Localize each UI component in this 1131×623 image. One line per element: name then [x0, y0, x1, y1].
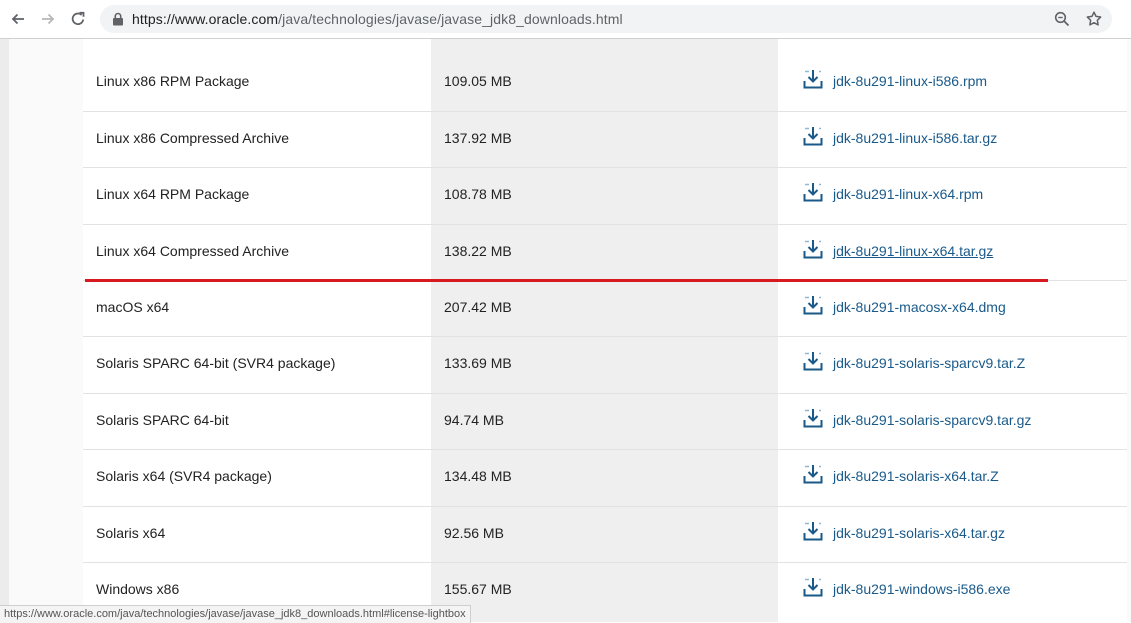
download-icon[interactable]: [802, 181, 824, 203]
page-content: Linux x86 RPM Package 109.05 MB jdk-8u291-…: [0, 39, 1131, 622]
file-size: 155.67 MB: [444, 581, 512, 597]
table-row: macOS x64 207.42 MB jdk-8u291-macosx-x64.d…: [83, 280, 1127, 337]
product-description: Linux x64 RPM Package: [96, 186, 250, 202]
product-description: Solaris SPARC 64-bit: [96, 412, 229, 428]
product-description: macOS x64: [96, 299, 170, 315]
url-host: https://www.oracle.com: [132, 11, 279, 27]
product-description: Linux x64 Compressed Archive: [96, 243, 289, 259]
table-row: Solaris x64 92.56 MB jdk-8u291-solaris-x64…: [83, 506, 1127, 563]
product-description: Windows x86: [96, 581, 180, 597]
file-size: 94.74 MB: [444, 412, 504, 428]
download-icon[interactable]: [802, 350, 824, 372]
table-row: Solaris SPARC 64-bit 94.74 MB jdk-8u291-so…: [83, 393, 1127, 450]
download-icon[interactable]: [802, 407, 824, 429]
file-size: 137.92 MB: [444, 130, 512, 146]
file-size: 134.48 MB: [444, 468, 512, 484]
download-link[interactable]: jdk-8u291-solaris-x64.tar.gz: [833, 525, 1005, 541]
lock-icon: [113, 12, 123, 26]
download-icon[interactable]: [802, 68, 824, 90]
product-description: Solaris x64: [96, 525, 166, 541]
download-icon[interactable]: [802, 125, 824, 147]
download-link[interactable]: jdk-8u291-solaris-sparcv9.tar.gz: [833, 412, 1031, 428]
table-row: Linux x64 Compressed Archive 138.22 MB jdk…: [83, 224, 1127, 281]
highlight-underline: [85, 279, 1048, 282]
arrow-right-icon: [42, 13, 55, 25]
table-row: Linux x64 RPM Package 108.78 MB jdk-8u291-…: [83, 167, 1127, 224]
address-bar[interactable]: https://www.oracle.com/java/technologies…: [100, 5, 1112, 33]
download-link[interactable]: jdk-8u291-linux-i586.tar.gz: [833, 130, 997, 146]
url-text: https://www.oracle.com/java/technologies…: [132, 11, 623, 27]
status-bar-url: https://www.oracle.com/java/technologies…: [0, 605, 471, 623]
downloads-table: Linux x86 RPM Package 109.05 MB jdk-8u291-…: [83, 39, 1127, 622]
file-size: 207.42 MB: [444, 299, 512, 315]
download-link[interactable]: jdk-8u291-windows-i586.exe: [833, 581, 1010, 597]
download-icon[interactable]: [802, 463, 824, 485]
product-description: Solaris x64 (SVR4 package): [96, 468, 272, 484]
file-size: 92.56 MB: [444, 525, 504, 541]
file-size: 108.78 MB: [444, 186, 512, 202]
download-icon[interactable]: [802, 294, 824, 316]
table-row: Linux x86 RPM Package 109.05 MB jdk-8u291-…: [83, 55, 1127, 111]
zoom-icon[interactable]: [1053, 10, 1071, 28]
download-icon[interactable]: [802, 576, 824, 598]
download-icon[interactable]: [802, 520, 824, 542]
file-size: 133.69 MB: [444, 355, 512, 371]
download-link[interactable]: jdk-8u291-linux-i586.rpm: [833, 73, 987, 89]
download-link[interactable]: jdk-8u291-solaris-x64.tar.Z: [833, 468, 999, 484]
download-link[interactable]: jdk-8u291-macosx-x64.dmg: [833, 299, 1006, 315]
star-icon[interactable]: [1085, 10, 1103, 28]
product-description: Solaris SPARC 64-bit (SVR4 package): [96, 355, 336, 371]
download-link[interactable]: jdk-8u291-linux-x64.tar.gz: [833, 243, 993, 259]
download-icon[interactable]: [802, 238, 824, 260]
page-left-rail: [0, 39, 9, 622]
table-row: Solaris SPARC 64-bit (SVR4 package) 133.6…: [83, 336, 1127, 393]
download-link[interactable]: jdk-8u291-solaris-sparcv9.tar.Z: [833, 355, 1025, 371]
table-row: Linux x86 Compressed Archive 137.92 MB jdk…: [83, 111, 1127, 168]
reload-icon: [71, 11, 85, 26]
reload-button[interactable]: [65, 6, 91, 32]
forward-button[interactable]: [35, 6, 61, 32]
product-description: Linux x86 Compressed Archive: [96, 130, 289, 146]
url-path: /java/technologies/javase/javase_jdk8_do…: [278, 11, 623, 27]
back-button[interactable]: [5, 6, 31, 32]
file-size: 109.05 MB: [444, 73, 512, 89]
arrow-left-icon: [11, 13, 24, 25]
browser-toolbar: https://www.oracle.com/java/technologies…: [0, 0, 1131, 39]
product-description: Linux x86 RPM Package: [96, 73, 250, 89]
file-size: 138.22 MB: [444, 243, 512, 259]
table-row: Solaris x64 (SVR4 package) 134.48 MB jdk-8…: [83, 449, 1127, 506]
download-link[interactable]: jdk-8u291-linux-x64.rpm: [833, 186, 983, 202]
